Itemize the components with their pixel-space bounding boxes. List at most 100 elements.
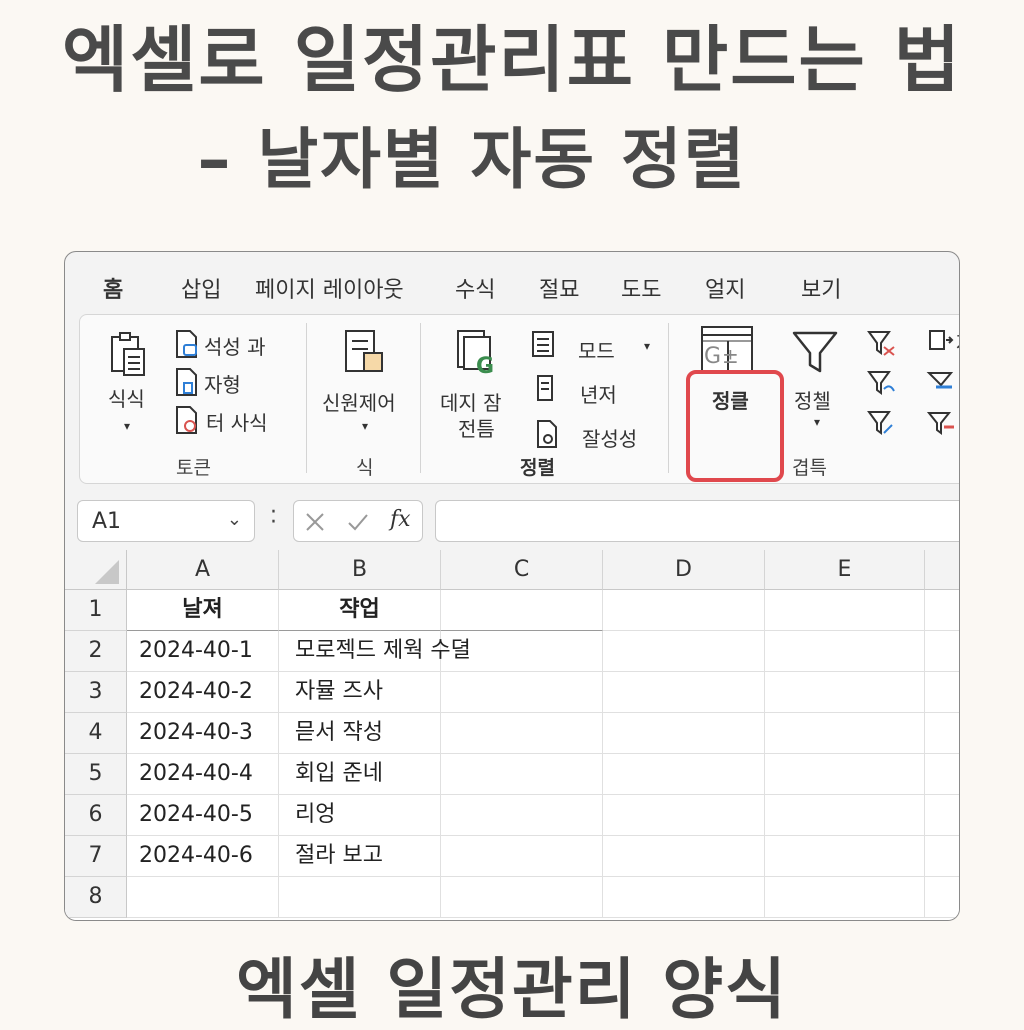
empty-cell[interactable] (925, 631, 959, 672)
date-cell[interactable]: 2024-40-2 (127, 672, 279, 713)
more-vertical-icon[interactable]: · · (270, 502, 277, 534)
flash-fill-icon[interactable] (926, 367, 956, 395)
empty-cell[interactable] (127, 877, 279, 918)
row-header[interactable]: 4 (65, 713, 127, 754)
empty-cell[interactable] (603, 877, 765, 918)
tab-home[interactable]: 홈 (103, 272, 123, 304)
tab-data[interactable]: 절묘 (539, 272, 579, 304)
empty-cell[interactable] (603, 631, 765, 672)
empty-cell[interactable] (441, 590, 603, 631)
column-header-d[interactable]: D (603, 550, 765, 590)
empty-cell[interactable] (603, 713, 765, 754)
check-icon[interactable] (346, 511, 370, 533)
task-cell[interactable]: 자뮬 즈사 (279, 672, 441, 713)
date-cell[interactable]: 2024-40-1 (127, 631, 279, 672)
ribbon-item-mode[interactable]: 모드 (578, 335, 615, 364)
ribbon-item-3[interactable]: 터 사식 (206, 407, 268, 436)
get-data-icon[interactable]: G (454, 329, 498, 377)
ribbon-item-1[interactable]: 석성 과 (204, 331, 266, 360)
ribbon-item-year[interactable]: 년저 (580, 379, 617, 408)
empty-cell[interactable] (925, 590, 959, 631)
empty-cell[interactable] (925, 713, 959, 754)
empty-cell[interactable] (925, 795, 959, 836)
task-cell[interactable]: 절라 보고 (279, 836, 441, 877)
row-header[interactable]: 6 (65, 795, 127, 836)
row-header[interactable]: 5 (65, 754, 127, 795)
header-cell-date[interactable]: 날져 (127, 590, 279, 631)
date-cell[interactable]: 2024-40-4 (127, 754, 279, 795)
empty-cell[interactable] (603, 754, 765, 795)
column-header-a[interactable]: A (127, 550, 279, 590)
column-header-extra[interactable] (925, 550, 959, 590)
date-cell[interactable]: 2024-40-6 (127, 836, 279, 877)
empty-cell[interactable] (765, 713, 925, 754)
chevron-down-icon[interactable]: ▾ (644, 339, 650, 353)
reapply-filter-icon[interactable] (866, 369, 898, 399)
chevron-down-icon[interactable]: ▾ (124, 419, 130, 433)
ribbon-item-props[interactable]: 잘성성 (582, 423, 637, 452)
task-cell[interactable]: 모로젝드 제웍 수뎔 (279, 631, 471, 672)
select-all-corner[interactable] (65, 550, 127, 590)
empty-cell[interactable] (765, 795, 925, 836)
conditional-format-icon[interactable] (342, 329, 386, 375)
empty-cell[interactable] (441, 713, 603, 754)
remove-duplicates-icon[interactable] (926, 409, 956, 437)
chevron-down-icon[interactable]: ▾ (362, 419, 368, 433)
empty-cell[interactable] (441, 754, 603, 795)
row-header[interactable]: 8 (65, 877, 127, 918)
row-header[interactable]: 7 (65, 836, 127, 877)
tab-formulas[interactable]: 수식 (455, 272, 495, 304)
name-box[interactable]: A1 ⌄ (77, 500, 255, 542)
row-header[interactable]: 1 (65, 590, 127, 631)
tab-review[interactable]: 도도 (621, 272, 661, 304)
chevron-down-icon[interactable]: ▾ (814, 415, 820, 429)
empty-cell[interactable] (603, 590, 765, 631)
empty-cell[interactable] (925, 672, 959, 713)
row-header[interactable]: 3 (65, 672, 127, 713)
fx-icon[interactable]: 𝑓x (390, 507, 411, 532)
empty-cell[interactable] (765, 631, 925, 672)
date-cell[interactable]: 2024-40-3 (127, 713, 279, 754)
empty-cell[interactable] (765, 836, 925, 877)
empty-cell[interactable] (441, 672, 603, 713)
row-header[interactable]: 2 (65, 631, 127, 672)
header-cell-task[interactable]: 쟉업 (279, 590, 441, 631)
empty-cell[interactable] (925, 877, 959, 918)
tab-insert[interactable]: 삽입 (181, 272, 221, 304)
side-item-1[interactable]: 자 (956, 327, 959, 356)
column-header-c[interactable]: C (441, 550, 603, 590)
task-cell[interactable]: 회입 준네 (279, 754, 441, 795)
formula-input[interactable] (435, 500, 959, 542)
filter-icon[interactable] (790, 329, 840, 377)
cancel-icon[interactable] (304, 511, 326, 533)
empty-cell[interactable] (279, 877, 441, 918)
date-cell[interactable]: 2024-40-5 (127, 795, 279, 836)
sort-icon[interactable]: G ± (698, 325, 758, 375)
empty-cell[interactable] (765, 590, 925, 631)
empty-cell[interactable] (765, 877, 925, 918)
empty-cell[interactable] (765, 754, 925, 795)
empty-cell[interactable] (603, 836, 765, 877)
empty-cell[interactable] (925, 754, 959, 795)
task-cell[interactable]: 리엉 (279, 795, 441, 836)
empty-cell[interactable] (441, 877, 603, 918)
paste-icon[interactable] (108, 331, 148, 377)
column-header-e[interactable]: E (765, 550, 925, 590)
tab-view[interactable]: 보기 (801, 272, 841, 304)
tab-view-extra[interactable]: 얼지 (705, 272, 745, 304)
clear-filter-icon[interactable] (866, 329, 898, 359)
empty-cell[interactable] (765, 672, 925, 713)
ribbon-item-2[interactable]: 자형 (204, 369, 241, 398)
column-header-b[interactable]: B (279, 550, 441, 590)
task-cell[interactable]: 믇서 쟉성 (279, 713, 441, 754)
empty-cell[interactable] (441, 836, 603, 877)
tab-page-layout[interactable]: 페이지 레이아웃 (255, 272, 404, 304)
empty-cell[interactable] (441, 631, 603, 672)
advanced-filter-icon[interactable] (866, 409, 898, 439)
chevron-down-icon[interactable]: ⌄ (227, 509, 242, 530)
empty-cell[interactable] (603, 795, 765, 836)
sort-button-highlight[interactable] (686, 370, 784, 482)
empty-cell[interactable] (441, 795, 603, 836)
empty-cell[interactable] (925, 836, 959, 877)
empty-cell[interactable] (603, 672, 765, 713)
